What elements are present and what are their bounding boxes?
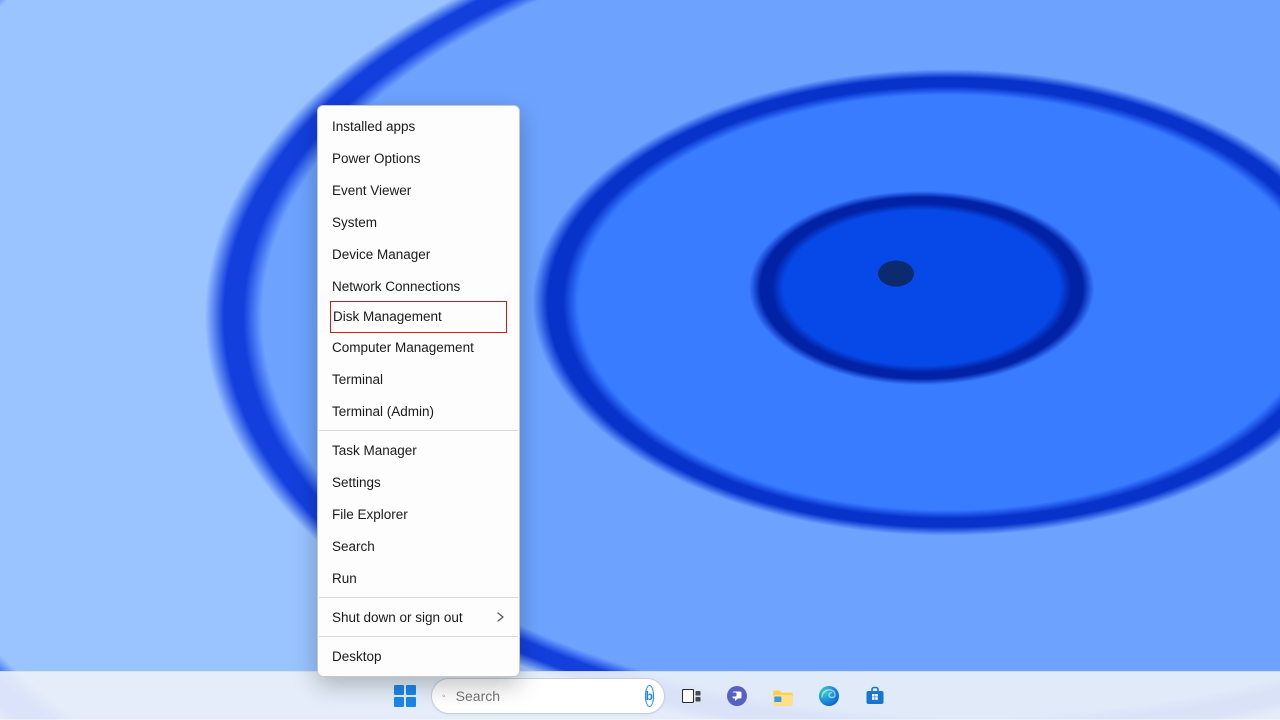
menu-settings-label: Settings bbox=[332, 475, 381, 490]
windows-logo-icon bbox=[394, 685, 416, 707]
menu-settings[interactable]: Settings bbox=[318, 466, 519, 498]
edge-button[interactable] bbox=[809, 676, 849, 716]
winx-context-menu: Installed apps Power Options Event Viewer S… bbox=[317, 105, 520, 677]
microsoft-store-icon bbox=[862, 683, 888, 709]
menu-separator bbox=[319, 636, 518, 637]
menu-terminal-label: Terminal bbox=[332, 372, 383, 387]
file-explorer-button[interactable] bbox=[763, 676, 803, 716]
menu-computer-management[interactable]: Computer Management bbox=[318, 331, 519, 363]
menu-desktop[interactable]: Desktop bbox=[318, 640, 519, 672]
menu-separator bbox=[319, 597, 518, 598]
bing-icon[interactable]: b bbox=[645, 685, 654, 707]
chat-button[interactable] bbox=[717, 676, 757, 716]
menu-installed-apps-label: Installed apps bbox=[332, 119, 415, 134]
menu-system-label: System bbox=[332, 215, 377, 230]
task-view-icon bbox=[678, 683, 704, 709]
menu-shutdown-signout-label: Shut down or sign out bbox=[332, 610, 463, 625]
menu-run[interactable]: Run bbox=[318, 562, 519, 594]
menu-computer-management-label: Computer Management bbox=[332, 340, 474, 355]
menu-separator bbox=[319, 430, 518, 431]
menu-file-explorer-label: File Explorer bbox=[332, 507, 408, 522]
menu-terminal-admin[interactable]: Terminal (Admin) bbox=[318, 395, 519, 427]
menu-system[interactable]: System bbox=[318, 206, 519, 238]
start-button[interactable] bbox=[385, 676, 425, 716]
menu-run-label: Run bbox=[332, 571, 357, 586]
taskbar: b bbox=[0, 671, 1280, 720]
menu-terminal-admin-label: Terminal (Admin) bbox=[332, 404, 434, 419]
menu-search-label: Search bbox=[332, 539, 375, 554]
search-icon bbox=[442, 688, 446, 704]
menu-task-manager-label: Task Manager bbox=[332, 443, 417, 458]
desktop-wallpaper bbox=[0, 0, 1280, 720]
search-input[interactable] bbox=[454, 687, 639, 705]
menu-file-explorer[interactable]: File Explorer bbox=[318, 498, 519, 530]
menu-search[interactable]: Search bbox=[318, 530, 519, 562]
microsoft-store-button[interactable] bbox=[855, 676, 895, 716]
highlight-menu-disk-management: Disk Management bbox=[330, 301, 507, 333]
menu-power-options-label: Power Options bbox=[332, 151, 421, 166]
menu-event-viewer[interactable]: Event Viewer bbox=[318, 174, 519, 206]
menu-network-connections-label: Network Connections bbox=[332, 279, 460, 294]
edge-icon bbox=[816, 683, 842, 709]
chat-icon bbox=[724, 683, 750, 709]
menu-power-options[interactable]: Power Options bbox=[318, 142, 519, 174]
menu-shutdown-signout[interactable]: Shut down or sign out bbox=[318, 601, 519, 633]
menu-desktop-label: Desktop bbox=[332, 649, 382, 664]
menu-event-viewer-label: Event Viewer bbox=[332, 183, 411, 198]
file-explorer-icon bbox=[770, 683, 796, 709]
menu-disk-management-label: Disk Management bbox=[333, 309, 442, 324]
menu-disk-management[interactable]: Disk Management bbox=[333, 302, 504, 332]
taskbar-search[interactable]: b bbox=[431, 678, 665, 714]
menu-device-manager[interactable]: Device Manager bbox=[318, 238, 519, 270]
menu-device-manager-label: Device Manager bbox=[332, 247, 430, 262]
chevron-right-icon bbox=[497, 612, 505, 622]
task-view-button[interactable] bbox=[671, 676, 711, 716]
menu-terminal[interactable]: Terminal bbox=[318, 363, 519, 395]
menu-task-manager[interactable]: Task Manager bbox=[318, 434, 519, 466]
menu-installed-apps[interactable]: Installed apps bbox=[318, 110, 519, 142]
menu-network-connections[interactable]: Network Connections bbox=[318, 270, 519, 302]
